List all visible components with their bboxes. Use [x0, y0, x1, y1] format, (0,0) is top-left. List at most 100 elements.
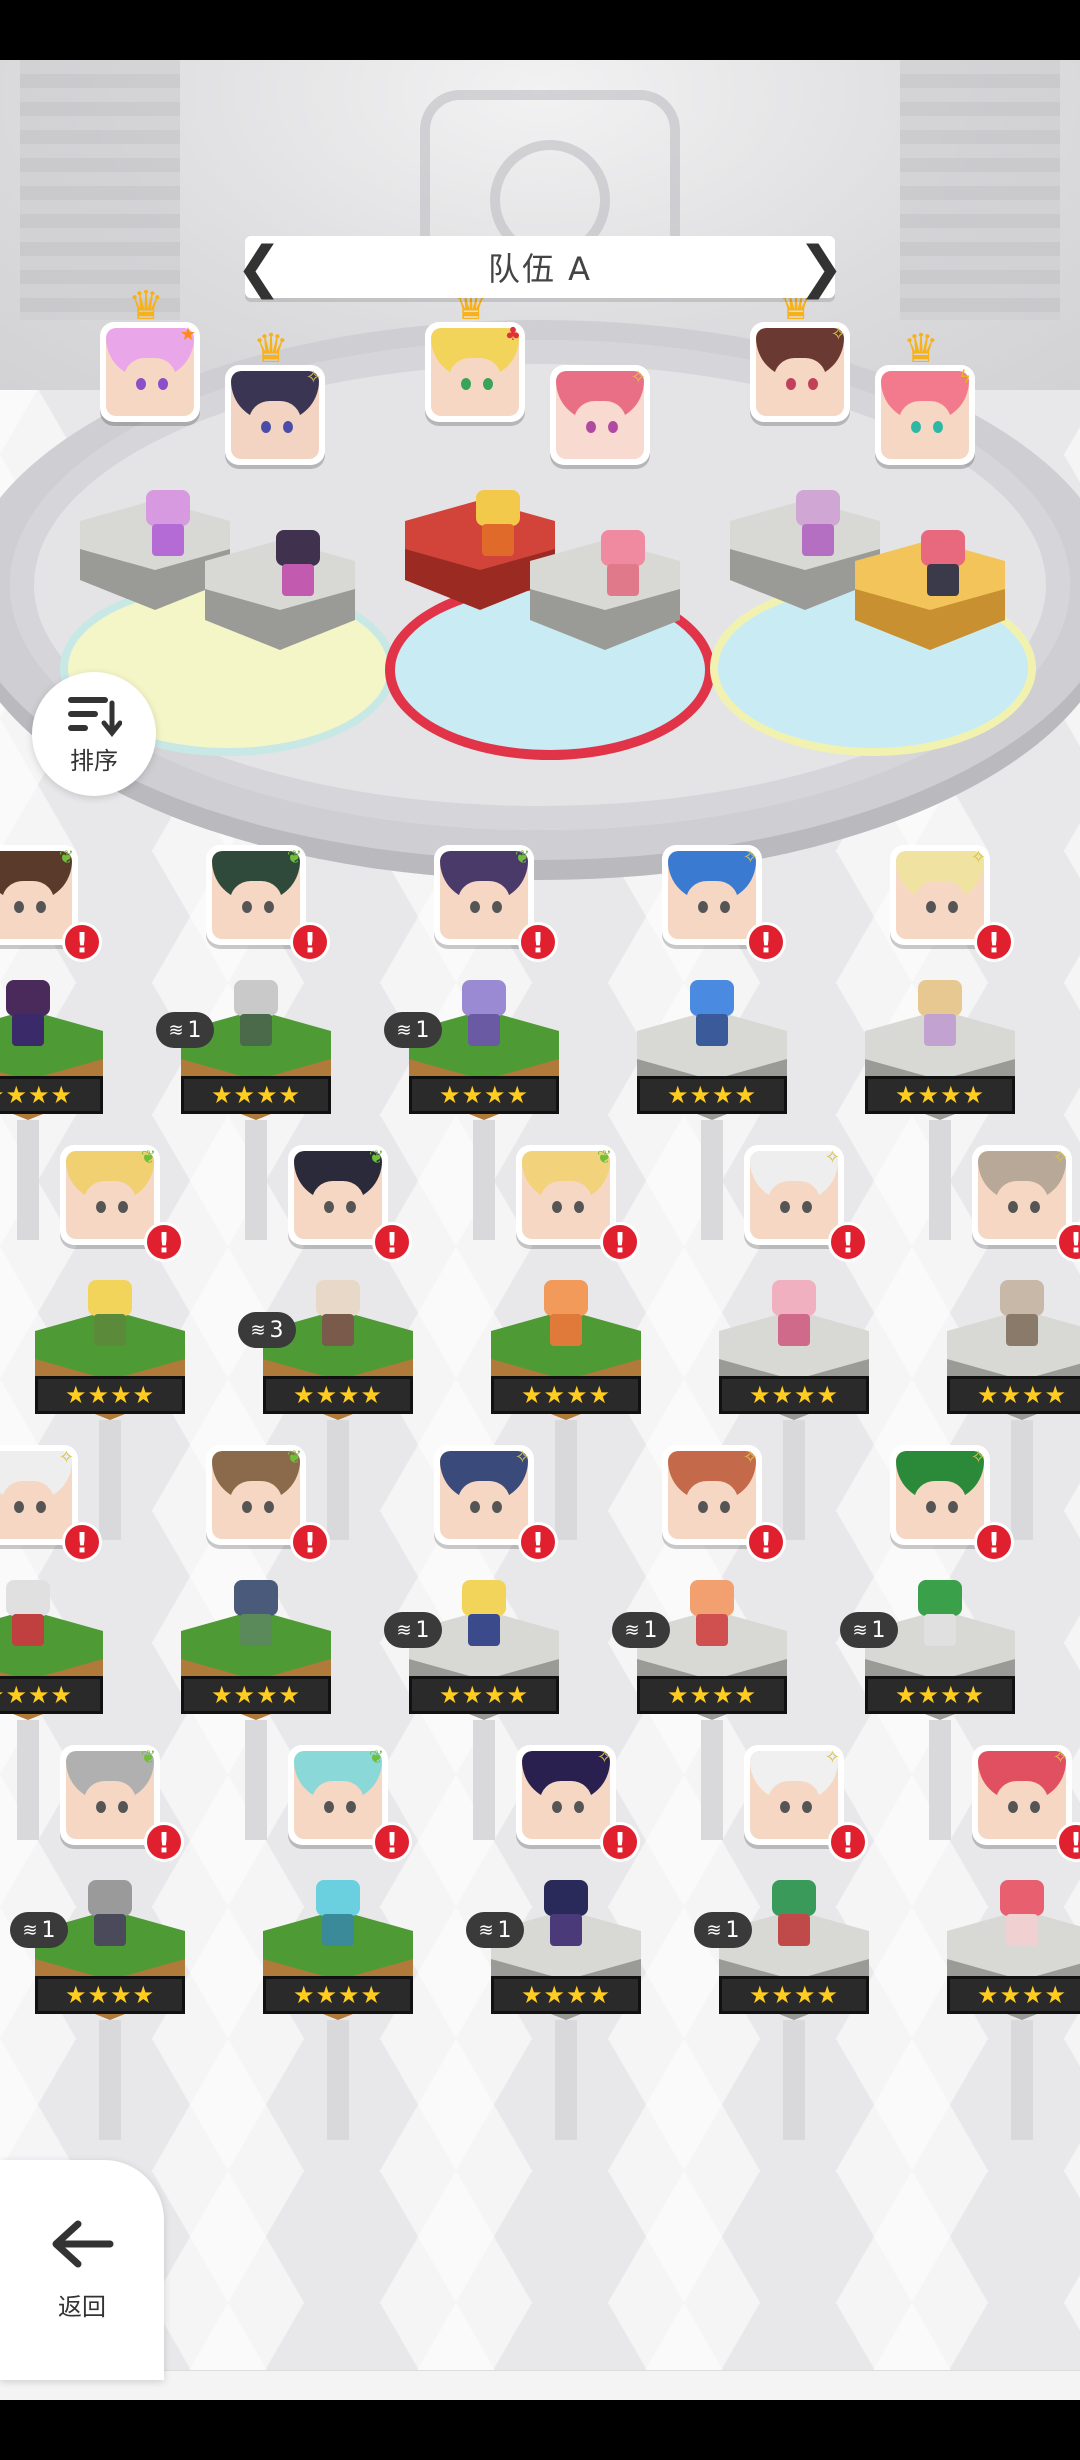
sprite-body: [152, 524, 184, 556]
portrait-eye: [470, 901, 480, 913]
portrait-eye: [492, 901, 502, 913]
alert-icon: !: [746, 1522, 786, 1562]
character-portrait[interactable]: ✧: [750, 322, 850, 422]
portrait-eye: [786, 378, 796, 390]
element-icon: ❦: [286, 1447, 302, 1468]
character-portrait[interactable]: ✧: [744, 1145, 844, 1245]
character-portrait[interactable]: ❦: [206, 845, 306, 945]
star-rating: ★★★★: [491, 1976, 641, 2014]
element-icon: ✧: [824, 1147, 840, 1168]
prev-team-arrow-icon[interactable]: ❮: [236, 235, 283, 300]
sprite-head: [796, 490, 840, 526]
crown-icon: ♛: [253, 326, 289, 372]
pedestal-post: [701, 1720, 723, 1840]
layers-icon: ≋: [22, 1919, 38, 1941]
character-portrait[interactable]: ✧: [662, 845, 762, 945]
portrait-eye: [933, 421, 943, 433]
character-sprite: [538, 1880, 594, 1950]
star-rating: ★★★★: [0, 1676, 103, 1714]
character-portrait[interactable]: ✧: [890, 1445, 990, 1545]
sprite-head: [921, 530, 965, 566]
character-portrait[interactable]: ϟ: [875, 365, 975, 465]
portrait-skin: [124, 358, 176, 408]
layers-icon: ≋: [396, 1019, 412, 1041]
character-portrait[interactable]: ♣: [425, 322, 525, 422]
sprite-head: [6, 1580, 50, 1616]
layers-icon: ≋: [624, 1619, 640, 1641]
portrait-skin: [686, 881, 738, 931]
character-portrait[interactable]: ✧: [972, 1745, 1072, 1845]
portrait-eye: [264, 1501, 274, 1513]
element-icon: ★: [179, 324, 196, 345]
pedestal-post: [17, 1720, 39, 1840]
back-button-label: 返回: [58, 2292, 106, 2321]
portrait-skin: [914, 881, 966, 931]
pedestal-post: [327, 1420, 349, 1540]
portrait-skin: [574, 401, 626, 451]
portrait-skin: [458, 881, 510, 931]
next-team-arrow-icon[interactable]: ❯: [798, 235, 845, 300]
character-sprite: [538, 1280, 594, 1350]
character-portrait[interactable]: ✧: [890, 845, 990, 945]
character-portrait[interactable]: ❦: [60, 1145, 160, 1245]
portrait-skin: [312, 1181, 364, 1231]
character-portrait[interactable]: ❦: [516, 1145, 616, 1245]
portrait-skin: [312, 1781, 364, 1831]
star-rating: ★★★★: [181, 1076, 331, 1114]
character-portrait[interactable]: ✧: [516, 1745, 616, 1845]
portrait-eye: [483, 378, 493, 390]
layers-icon: ≋: [168, 1019, 184, 1041]
sprite-body: [1006, 1914, 1038, 1946]
sprite-head: [316, 1880, 360, 1916]
character-portrait[interactable]: ✧: [434, 1445, 534, 1545]
pedestal-post: [473, 1720, 495, 1840]
element-icon: ❦: [514, 847, 530, 868]
portrait-eye: [492, 1501, 502, 1513]
pedestal-post: [929, 1720, 951, 1840]
alert-icon: !: [600, 1222, 640, 1262]
portrait-eye: [698, 901, 708, 913]
character-portrait[interactable]: ❦: [60, 1745, 160, 1845]
character-portrait[interactable]: ✧: [225, 365, 325, 465]
character-portrait[interactable]: ✧: [662, 1445, 762, 1545]
portrait-skin: [230, 881, 282, 931]
portrait-eye: [808, 378, 818, 390]
upgrade-level-badge: ≋ 1: [840, 1612, 898, 1648]
sprite-body: [12, 1614, 44, 1646]
sprite-head: [544, 1280, 588, 1316]
character-portrait[interactable]: ❦: [288, 1745, 388, 1845]
upgrade-level-value: 1: [415, 1017, 430, 1043]
character-portrait[interactable]: ❦: [434, 845, 534, 945]
sort-button-label: 排序: [70, 746, 118, 775]
star-rating: ★★★★: [637, 1676, 787, 1714]
character-sprite: [270, 530, 326, 600]
character-portrait[interactable]: ✧: [550, 365, 650, 465]
portrait-eye: [1008, 1801, 1018, 1813]
character-portrait[interactable]: ✧: [744, 1745, 844, 1845]
layers-icon: ≋: [250, 1319, 266, 1341]
star-rating: ★★★★: [263, 1376, 413, 1414]
upgrade-level-badge: ≋ 1: [156, 1012, 214, 1048]
character-portrait[interactable]: ❦: [288, 1145, 388, 1245]
alert-icon: !: [290, 922, 330, 962]
sprite-body: [282, 564, 314, 596]
sort-button[interactable]: 排序: [32, 672, 156, 796]
portrait-eye: [1030, 1201, 1040, 1213]
character-portrait[interactable]: ★: [100, 322, 200, 422]
back-button[interactable]: 返回: [0, 2160, 164, 2380]
sprite-head: [234, 1580, 278, 1616]
portrait-eye: [574, 1201, 584, 1213]
pedestal-post: [701, 1120, 723, 1240]
pedestal-post: [245, 1720, 267, 1840]
portrait-skin: [449, 358, 501, 408]
character-portrait[interactable]: ✧: [972, 1145, 1072, 1245]
character-portrait[interactable]: ❦: [206, 1445, 306, 1545]
portrait-skin: [774, 358, 826, 408]
sprite-head: [918, 980, 962, 1016]
star-rating: ★★★★: [263, 1976, 413, 2014]
portrait-skin: [2, 881, 54, 931]
element-icon: ❦: [596, 1147, 612, 1168]
pedestal-post: [783, 2020, 805, 2140]
element-icon: ✧: [742, 847, 758, 868]
star-rating: ★★★★: [491, 1376, 641, 1414]
